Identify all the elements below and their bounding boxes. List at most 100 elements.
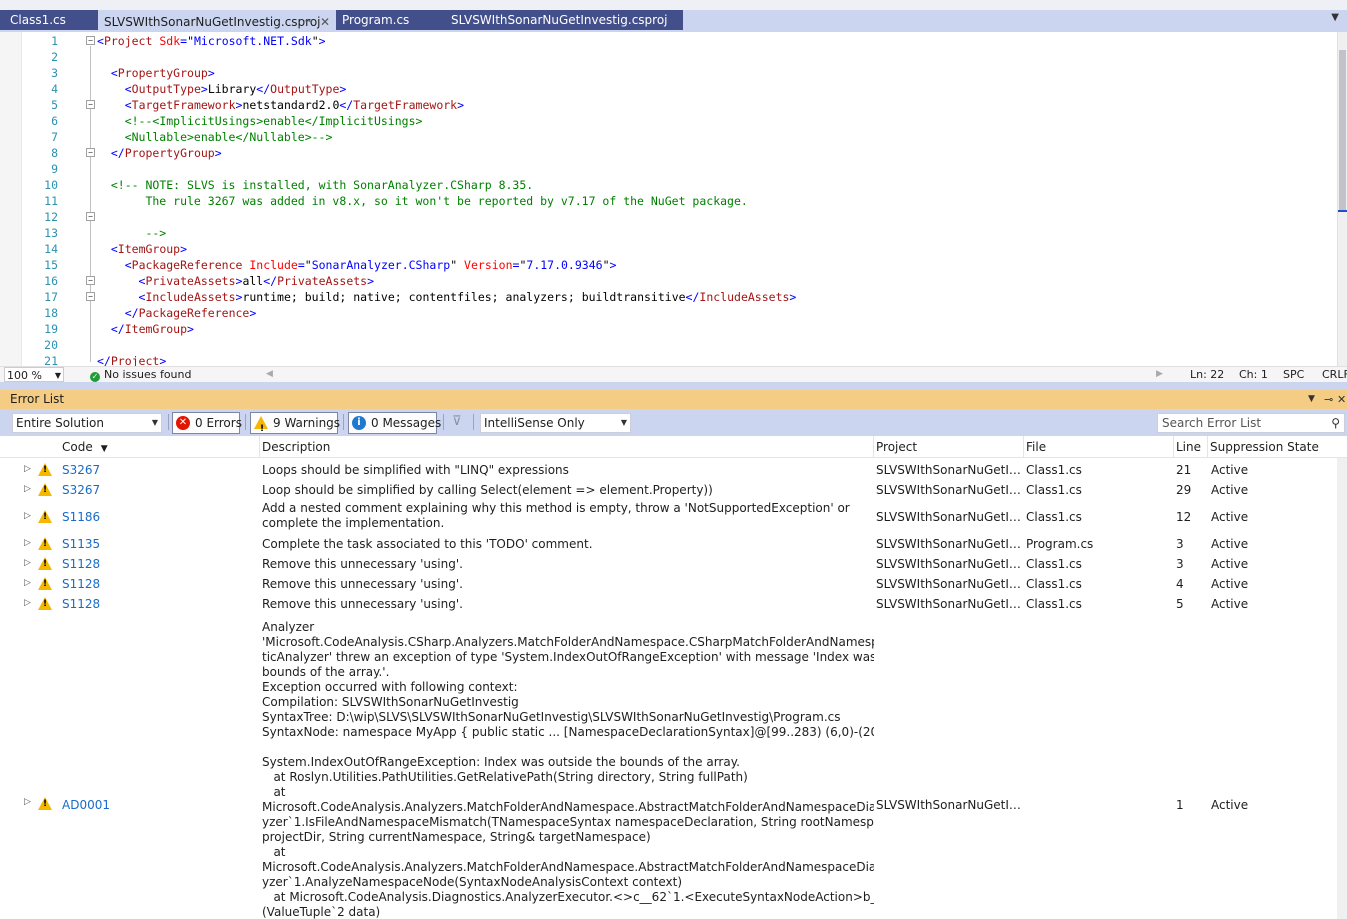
code-line[interactable]: <Project Sdk="Microsoft.NET.Sdk"> xyxy=(97,33,326,49)
column-header-label: Suppression State xyxy=(1210,440,1319,454)
scrollbar-thumb[interactable] xyxy=(1339,50,1346,210)
code-line[interactable]: <IncludeAssets>runtime; build; native; c… xyxy=(97,289,797,305)
zoom-level-combo[interactable]: 100 % ▼ xyxy=(4,367,64,382)
line-indicator[interactable]: Ln: 22 xyxy=(1190,367,1224,382)
column-indicator[interactable]: Ch: 1 xyxy=(1239,367,1268,382)
warning-icon: ! xyxy=(38,577,52,590)
fold-toggle-icon[interactable]: − xyxy=(86,292,95,301)
fold-toggle-icon[interactable]: − xyxy=(86,36,95,45)
close-icon[interactable]: ✕ xyxy=(320,12,330,30)
code-line[interactable]: <PrivateAssets>all</PrivateAssets> xyxy=(97,273,374,289)
filter-icon[interactable]: ⊽ xyxy=(452,414,462,429)
table-row[interactable]: Analyzer 'Microsoft.CodeAnalysis.CSharp.A… xyxy=(0,620,1340,919)
fold-toggle-icon[interactable]: − xyxy=(86,148,95,157)
tab-program[interactable]: Program.cs xyxy=(336,10,445,30)
code-token: TargetFramework xyxy=(353,98,458,112)
table-row[interactable]: ▷! S1128 Remove this unnecessary 'using'. S… xyxy=(0,594,1340,614)
window-menu-dropdown-icon[interactable]: ▼ xyxy=(1308,390,1315,409)
fold-toggle-icon[interactable]: − xyxy=(86,100,95,109)
code-line[interactable]: <!--<ImplicitUsings>enable</ImplicitUsin… xyxy=(97,113,423,129)
fold-toggle-icon[interactable]: − xyxy=(86,276,95,285)
code-token: PrivateAssets xyxy=(277,274,368,288)
messages-filter-button[interactable]: i 0 Messages xyxy=(348,412,441,434)
code-token: > xyxy=(200,82,208,96)
code-line[interactable]: <ItemGroup> xyxy=(97,241,187,257)
code-line[interactable]: <TargetFramework>netstandard2.0</TargetF… xyxy=(97,97,464,113)
expand-row-icon[interactable]: ▷ xyxy=(24,511,31,521)
tab-class1[interactable]: Class1.cs xyxy=(0,10,98,30)
code-line[interactable]: </ItemGroup> xyxy=(97,321,194,337)
scroll-left-icon[interactable]: ◀ xyxy=(266,367,273,382)
row-code-link[interactable]: S3267 xyxy=(62,483,100,497)
row-code-link[interactable]: S1128 xyxy=(62,557,100,571)
code-line[interactable]: The rule 3267 was added in v8.x, so it w… xyxy=(97,193,747,209)
line-number: 17 xyxy=(44,290,58,304)
code-line[interactable]: <PropertyGroup> xyxy=(97,65,215,81)
row-code-link[interactable]: S1128 xyxy=(62,597,100,611)
row-line: 4 xyxy=(1176,577,1184,591)
table-row[interactable]: ▷! S1128 Remove this unnecessary 'using'. S… xyxy=(0,574,1340,594)
chevron-down-icon: ▼ xyxy=(151,418,158,427)
messages-count: 0 Messages xyxy=(371,416,442,430)
expand-row-icon[interactable]: ▷ xyxy=(24,558,31,568)
table-row[interactable]: ▷! S3267 Loops should be simplified with "… xyxy=(0,460,1340,480)
code-line[interactable]: </PropertyGroup> xyxy=(97,145,222,161)
column-header-project[interactable]: Project xyxy=(873,436,1023,458)
warning-icon: ! xyxy=(38,483,52,496)
code-line[interactable]: --> xyxy=(97,225,166,241)
code-line[interactable]: <PackageReference Include="SonarAnalyzer… xyxy=(97,257,617,273)
pin-icon[interactable]: ⊸ xyxy=(304,12,312,30)
issues-indicator[interactable]: ✓ No issues found xyxy=(90,367,191,382)
code-line[interactable]: </PackageReference> xyxy=(97,305,257,321)
code-line[interactable]: <OutputType>Library</OutputType> xyxy=(97,81,347,97)
table-row[interactable]: ▷! S3267 Loop should be simplified by call… xyxy=(0,480,1340,500)
row-description: Remove this unnecessary 'using'. xyxy=(262,557,463,571)
line-number: 14 xyxy=(44,242,58,256)
code-editor[interactable]: 1 2 3 4 5 6 7 8 9 10 11 12 13 14 15 16 17 18 19 20 21 − − − … xyxy=(0,30,1347,368)
scope-combo[interactable]: Entire Solution ▼ xyxy=(12,413,162,433)
warnings-filter-button[interactable]: ! 9 Warnings xyxy=(250,412,340,434)
expand-row-icon[interactable]: ▷ xyxy=(24,598,31,608)
warning-icon: ! xyxy=(38,597,52,610)
whitespace-indicator[interactable]: SPC xyxy=(1283,367,1304,382)
table-row[interactable]: ▷! S1128 Remove this unnecessary 'using'. S… xyxy=(0,554,1340,574)
panel-splitter[interactable] xyxy=(0,382,1347,390)
column-header-file[interactable]: File xyxy=(1023,436,1173,458)
tab-csproj-active[interactable]: SLVSWIthSonarNuGetInvestig.csproj ⊸ ✕ xyxy=(98,10,336,30)
error-list-title: Error List xyxy=(10,392,65,406)
table-row[interactable]: ▷! S1186 Add a nested comment explaining w… xyxy=(0,500,1340,534)
tab-csproj-2[interactable]: SLVSWIthSonarNuGetInvestig.csproj xyxy=(445,10,683,30)
expand-row-icon[interactable]: ▷ xyxy=(24,484,31,494)
errors-filter-button[interactable]: ✕ 0 Errors xyxy=(172,412,242,434)
close-icon[interactable]: ✕ xyxy=(1337,390,1346,409)
tab-overflow-dropdown-icon[interactable]: ▼ xyxy=(1331,12,1339,23)
table-row[interactable]: ▷! S1135 Complete the task associated to t… xyxy=(0,534,1340,554)
column-header-description[interactable]: Description xyxy=(259,436,873,458)
row-code-link[interactable]: AD0001 xyxy=(62,798,110,812)
expand-row-icon[interactable]: ▷ xyxy=(24,538,31,548)
code-line[interactable]: <!-- NOTE: SLVS is installed, with Sonar… xyxy=(97,177,533,193)
column-header-line[interactable]: Line xyxy=(1173,436,1207,458)
pin-icon[interactable]: ⊸ xyxy=(1324,390,1333,409)
column-header-suppression-state[interactable]: Suppression State xyxy=(1207,436,1337,458)
scroll-right-icon[interactable]: ▶ xyxy=(1156,367,1163,382)
row-code-link[interactable]: S1135 xyxy=(62,537,100,551)
expand-row-icon[interactable]: ▷ xyxy=(24,464,31,474)
row-code-link[interactable]: S1186 xyxy=(62,510,100,524)
search-icon[interactable]: ⚲ xyxy=(1331,414,1340,432)
search-error-list-input[interactable]: Search Error List ⚲ xyxy=(1157,413,1345,433)
grid-vertical-scrollbar[interactable] xyxy=(1337,458,1347,919)
code-line[interactable]: <Nullable>enable</Nullable>--> xyxy=(97,129,333,145)
row-code-link[interactable]: S3267 xyxy=(62,463,100,477)
expand-row-icon[interactable]: ▷ xyxy=(24,797,31,807)
fold-toggle-icon[interactable]: − xyxy=(86,212,95,221)
line-ending-indicator[interactable]: CRLF xyxy=(1322,367,1347,382)
expand-row-icon[interactable]: ▷ xyxy=(24,578,31,588)
row-code-link[interactable]: S1128 xyxy=(62,577,100,591)
column-header-code[interactable]: Code ▼ xyxy=(57,436,259,458)
build-filter-combo[interactable]: IntelliSense Only ▼ xyxy=(480,413,631,433)
editor-vertical-scrollbar[interactable] xyxy=(1337,32,1347,368)
line-number: 1 xyxy=(51,34,58,48)
